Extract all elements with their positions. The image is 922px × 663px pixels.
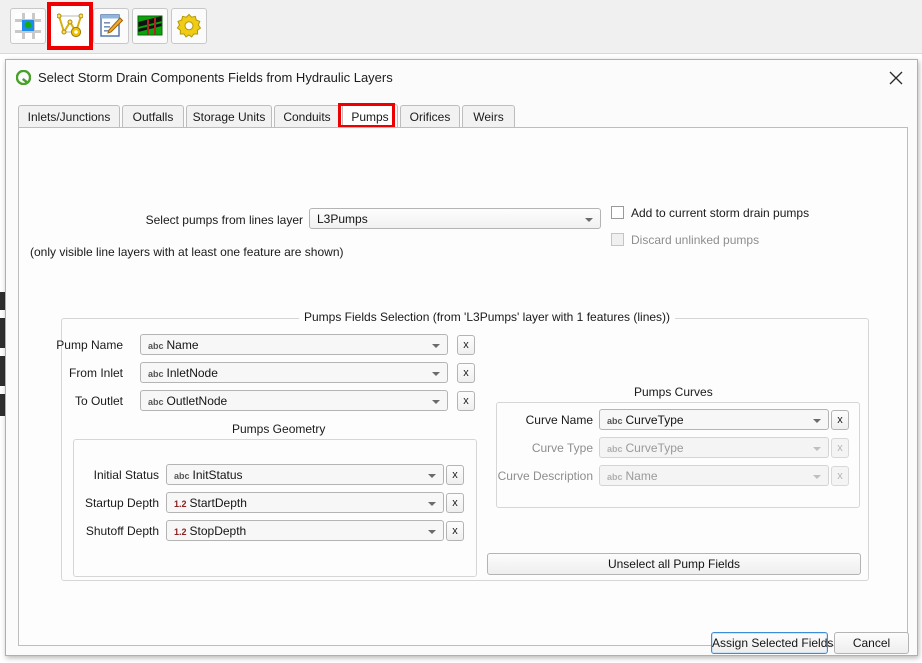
pump-name-value: abcName <box>148 338 199 352</box>
initial-status-value: abcInitStatus <box>174 468 243 482</box>
curve-type-label: Curve Type <box>489 441 593 455</box>
dialog-titlebar: Select Storm Drain Components Fields fro… <box>6 60 917 95</box>
tab-inlets-junctions[interactable]: Inlets/Junctions <box>18 105 120 127</box>
pumps-geometry-group-title: Pumps Geometry <box>227 422 330 436</box>
initial-status-clear-button[interactable]: x <box>446 465 464 485</box>
shutoff-depth-value: 1.2StopDepth <box>174 524 246 538</box>
pump-name-combo[interactable]: abcName <box>140 334 448 355</box>
pumps-fields-group-title: Pumps Fields Selection (from 'L3Pumps' l… <box>299 310 675 324</box>
unselect-all-pump-fields-button[interactable]: Unselect all Pump Fields <box>487 553 861 575</box>
chevron-down-icon <box>428 474 436 478</box>
curve-description-label: Curve Description <box>469 469 593 483</box>
visible-layers-hint: (only visible line layers with at least … <box>30 245 344 259</box>
startup-depth-combo[interactable]: 1.2StartDepth <box>166 492 444 513</box>
discard-unlinked-pumps-label: Discard unlinked pumps <box>631 233 759 247</box>
chevron-down-icon <box>813 419 821 423</box>
chevron-down-icon <box>432 372 440 376</box>
field-type-badge: abc <box>148 369 164 379</box>
pumps-curves-group-title: Pumps Curves <box>629 385 718 399</box>
shutoff-depth-clear-button[interactable]: x <box>446 521 464 541</box>
startup-depth-clear-button[interactable]: x <box>446 493 464 513</box>
toolbar-button-hydraulic-network[interactable] <box>52 8 88 44</box>
select-fields-dialog: Select Storm Drain Components Fields fro… <box>5 59 918 656</box>
chevron-down-icon <box>813 475 821 479</box>
chevron-down-icon <box>428 502 436 506</box>
pump-name-label: Pump Name <box>49 338 123 352</box>
edit-document-icon <box>98 13 124 39</box>
field-type-badge: abc <box>148 397 164 407</box>
add-to-current-pumps-label: Add to current storm drain pumps <box>631 206 809 220</box>
curve-name-combo[interactable]: abcCurveType <box>599 409 829 430</box>
toolbar-button-map-grid[interactable] <box>10 8 46 44</box>
close-icon[interactable] <box>875 60 917 94</box>
curve-type-combo: abcCurveType <box>599 437 829 458</box>
hydraulic-network-icon <box>57 13 83 39</box>
to-outlet-label: To Outlet <box>49 394 123 408</box>
initial-status-combo[interactable]: abcInitStatus <box>166 464 444 485</box>
tab-conduits[interactable]: Conduits <box>274 105 340 127</box>
component-tabs: Inlets/Junctions Outfalls Storage Units … <box>18 104 908 128</box>
lines-layer-value: L3Pumps <box>317 212 368 226</box>
to-outlet-clear-button[interactable]: x <box>457 391 475 411</box>
tab-pumps[interactable]: Pumps <box>342 104 398 128</box>
curve-name-label: Curve Name <box>489 413 593 427</box>
chevron-down-icon <box>432 400 440 404</box>
to-outlet-combo[interactable]: abcOutletNode <box>140 390 448 411</box>
initial-status-label: Initial Status <box>69 468 159 482</box>
toolbar-button-edit-document[interactable] <box>93 8 129 44</box>
chevron-down-icon <box>432 344 440 348</box>
add-to-current-pumps-checkbox[interactable] <box>611 206 624 219</box>
chevron-down-icon <box>813 447 821 451</box>
curve-name-value: abcCurveType <box>607 413 684 427</box>
dialog-title: Select Storm Drain Components Fields fro… <box>38 70 393 85</box>
tab-outfalls[interactable]: Outfalls <box>122 105 184 127</box>
curve-description-value: abcName <box>607 469 658 483</box>
field-type-badge: abc <box>607 416 623 426</box>
map-grid-icon <box>15 13 41 39</box>
curve-description-combo: abcName <box>599 465 829 486</box>
toolbar-button-terrain-profile[interactable] <box>132 8 168 44</box>
chevron-down-icon <box>585 218 593 222</box>
layer-select-label: Select pumps from lines layer <box>19 213 303 227</box>
shutoff-depth-combo[interactable]: 1.2StopDepth <box>166 520 444 541</box>
curve-description-clear-button: x <box>831 466 849 486</box>
from-inlet-value: abcInletNode <box>148 366 218 380</box>
settings-gear-icon <box>176 13 202 39</box>
curve-type-clear-button: x <box>831 438 849 458</box>
assign-selected-fields-button[interactable]: Assign Selected Fields <box>711 632 828 654</box>
startup-depth-value: 1.2StartDepth <box>174 496 247 510</box>
from-inlet-clear-button[interactable]: x <box>457 363 475 383</box>
curve-type-value: abcCurveType <box>607 441 684 455</box>
shutoff-depth-label: Shutoff Depth <box>69 524 159 538</box>
qgis-logo-icon <box>16 70 31 85</box>
lines-layer-combo[interactable]: L3Pumps <box>309 208 601 229</box>
terrain-profile-icon <box>137 13 163 39</box>
main-toolbar <box>0 0 922 54</box>
field-type-badge: abc <box>174 471 190 481</box>
curve-name-clear-button[interactable]: x <box>831 410 849 430</box>
from-inlet-label: From Inlet <box>49 366 123 380</box>
tab-orifices[interactable]: Orifices <box>400 105 460 127</box>
field-type-badge: 1.2 <box>174 499 187 509</box>
toolbar-button-settings[interactable] <box>171 8 207 44</box>
chevron-down-icon <box>428 530 436 534</box>
from-inlet-combo[interactable]: abcInletNode <box>140 362 448 383</box>
discard-unlinked-pumps-checkbox <box>611 233 624 246</box>
close-x-icon <box>889 71 903 85</box>
cancel-button[interactable]: Cancel <box>834 632 909 654</box>
field-type-badge: abc <box>148 341 164 351</box>
pumps-tab-page: Select pumps from lines layer L3Pumps (o… <box>18 127 908 646</box>
to-outlet-value: abcOutletNode <box>148 394 227 408</box>
pump-name-clear-button[interactable]: x <box>457 335 475 355</box>
field-type-badge: 1.2 <box>174 527 187 537</box>
tab-storage-units[interactable]: Storage Units <box>186 105 272 127</box>
tab-weirs[interactable]: Weirs <box>462 105 515 127</box>
field-type-badge: abc <box>607 472 623 482</box>
field-type-badge: abc <box>607 444 623 454</box>
startup-depth-label: Startup Depth <box>69 496 159 510</box>
